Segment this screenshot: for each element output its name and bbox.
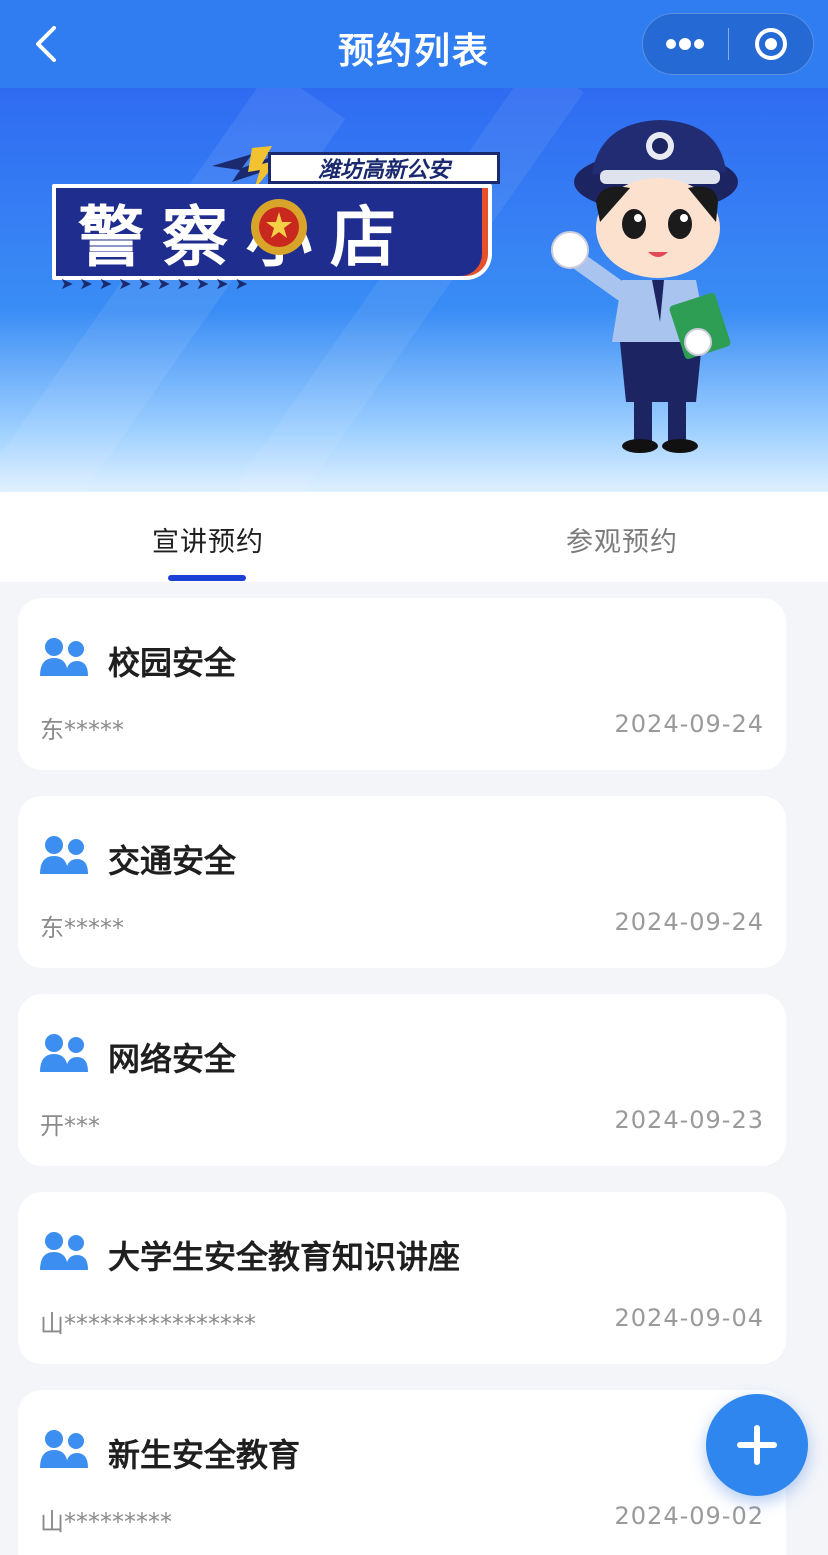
card-date: 2024-09-02 — [614, 1502, 764, 1530]
card-date: 2024-09-04 — [614, 1304, 764, 1332]
top-bar: 预约列表 — [0, 0, 828, 88]
close-button[interactable] — [729, 13, 814, 75]
mini-program-capsule — [642, 13, 814, 75]
card-date: 2024-09-24 — [614, 908, 764, 936]
card-user: 山********* — [40, 1508, 172, 1536]
booking-card[interactable]: 网络安全 开*** 2024-09-23 — [18, 994, 786, 1166]
booking-card[interactable]: 新生安全教育 山********* 2024-09-02 — [18, 1390, 786, 1555]
card-title: 网络安全 — [108, 1040, 237, 1078]
users-icon — [40, 1430, 88, 1468]
active-tab-indicator — [168, 575, 246, 581]
more-dots-icon — [666, 38, 705, 50]
sign-arrows: ➤➤➤➤➤➤➤➤➤➤ — [60, 274, 255, 293]
tab-visit-booking[interactable]: 参观预约 — [566, 520, 678, 559]
shop-tag: 潍坊高新公安 — [268, 152, 500, 184]
users-icon — [40, 836, 88, 874]
card-user: 山**************** — [40, 1310, 256, 1338]
more-button[interactable] — [643, 13, 728, 75]
card-date: 2024-09-24 — [614, 710, 764, 738]
booking-card[interactable]: 交通安全 东***** 2024-09-24 — [18, 796, 786, 968]
card-user: 东***** — [40, 914, 124, 942]
users-icon — [40, 1034, 88, 1072]
banner: 潍坊高新公安 警察小店 ➤➤➤➤➤➤➤➤➤➤ — [0, 88, 828, 492]
users-icon — [40, 638, 88, 676]
card-title: 校园安全 — [108, 644, 237, 682]
card-user: 东***** — [40, 716, 124, 744]
shop-sign-text: 警察小店 — [78, 199, 414, 276]
card-title: 交通安全 — [108, 842, 237, 880]
police-officer-illustration — [551, 120, 738, 453]
booking-card[interactable]: 大学生安全教育知识讲座 山**************** 2024-09-04 — [18, 1192, 786, 1364]
add-booking-button[interactable] — [706, 1394, 808, 1496]
users-icon — [40, 1232, 88, 1270]
card-date: 2024-09-23 — [614, 1106, 764, 1134]
tab-bar: 宣讲预约 参观预约 — [0, 492, 828, 582]
police-emblem-icon — [251, 199, 307, 255]
target-circle-icon — [754, 28, 787, 60]
tab-lecture-booking[interactable]: 宣讲预约 — [152, 520, 264, 559]
card-user: 开*** — [40, 1112, 100, 1140]
card-title: 大学生安全教育知识讲座 — [108, 1238, 461, 1276]
plus-icon — [737, 1425, 777, 1465]
card-title: 新生安全教育 — [108, 1436, 301, 1474]
booking-card[interactable]: 校园安全 东***** 2024-09-24 — [18, 598, 786, 770]
